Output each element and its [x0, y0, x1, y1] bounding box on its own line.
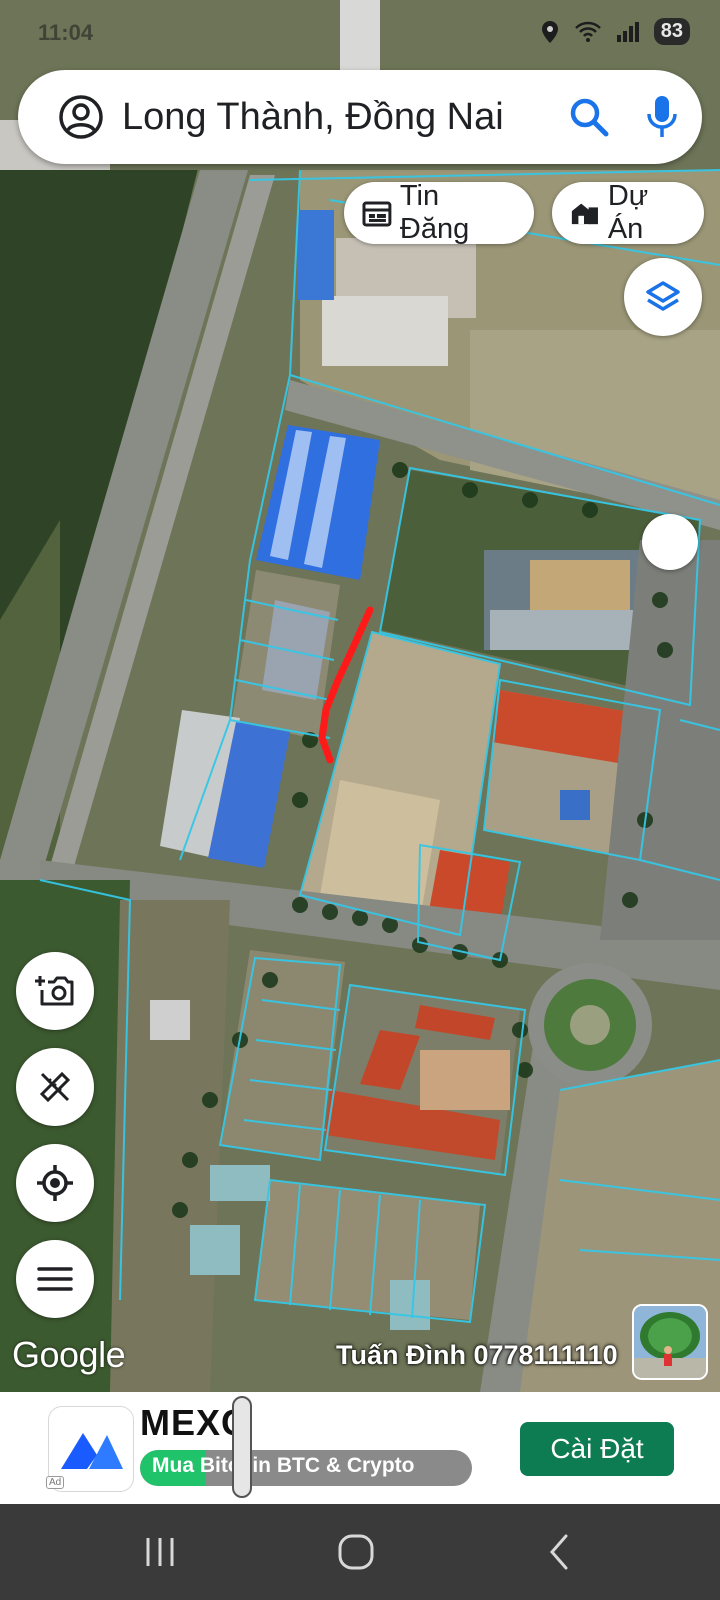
account-icon[interactable]: [58, 94, 104, 140]
layers-icon: [646, 281, 680, 311]
status-time: 11:04: [38, 20, 94, 45]
search-bar[interactable]: Long Thành, Đồng Nai: [18, 70, 702, 164]
buildings-icon: [571, 203, 598, 225]
compass-dot[interactable]: [642, 514, 698, 570]
chip-tin-dang[interactable]: Tin Đăng: [344, 180, 534, 245]
ad-tagline: Mua Bitcoin BTC & Crypto: [152, 1454, 415, 1477]
measure-button[interactable]: [16, 1048, 94, 1126]
search-query[interactable]: Long Thành, Đồng Nai: [122, 90, 504, 144]
camera-add-icon: [35, 976, 74, 1006]
ad-badge: Ad: [46, 1476, 65, 1489]
menu-icon: [37, 1267, 73, 1291]
chip-du-an-label: Dự Án: [607, 180, 649, 245]
ad-progress-bar: Mua Bitcoin BTC & Crypto: [140, 1450, 472, 1486]
home-icon[interactable]: [336, 1532, 376, 1572]
location-pin-icon: [541, 20, 558, 43]
recent-apps-icon[interactable]: [140, 1532, 180, 1572]
my-location-icon: [37, 1165, 73, 1201]
install-button[interactable]: Cài Đặt: [520, 1422, 674, 1476]
menu-button[interactable]: [16, 1240, 94, 1318]
layers-button[interactable]: [624, 258, 702, 336]
search-icon[interactable]: [566, 94, 612, 140]
ruler-pencil-icon: [39, 1071, 71, 1103]
status-icons: 83: [540, 18, 690, 45]
calendar-icon: [362, 201, 392, 227]
street-view-image: [634, 1306, 706, 1378]
signal-icon: [616, 21, 639, 42]
street-view-thumbnail[interactable]: [632, 1304, 708, 1380]
ad-banner[interactable]: Ad MEXC Mua Bitcoin BTC & Crypto Cài Đặt: [0, 1392, 720, 1504]
chip-du-an[interactable]: Dự Án: [552, 180, 704, 245]
battery-level: 83: [653, 18, 690, 45]
chip-tin-dang-label: Tin Đăng: [399, 180, 470, 245]
ad-slider-knob[interactable]: [232, 1396, 252, 1498]
camera-add-button[interactable]: [16, 952, 94, 1030]
map-watermark: Tuấn Đình 0778111110: [336, 1340, 618, 1370]
wifi-icon: [574, 21, 601, 42]
system-nav-bar: [0, 1504, 720, 1600]
google-attribution: Google: [12, 1334, 126, 1375]
mic-icon[interactable]: [642, 92, 682, 142]
status-bar: 11:04 83: [0, 0, 720, 64]
my-location-button[interactable]: [16, 1144, 94, 1222]
back-icon[interactable]: [540, 1532, 580, 1572]
maps-app-screen: 11:04 83 Long Thành, Đồng Nai Tin Đăng D…: [0, 0, 720, 1600]
